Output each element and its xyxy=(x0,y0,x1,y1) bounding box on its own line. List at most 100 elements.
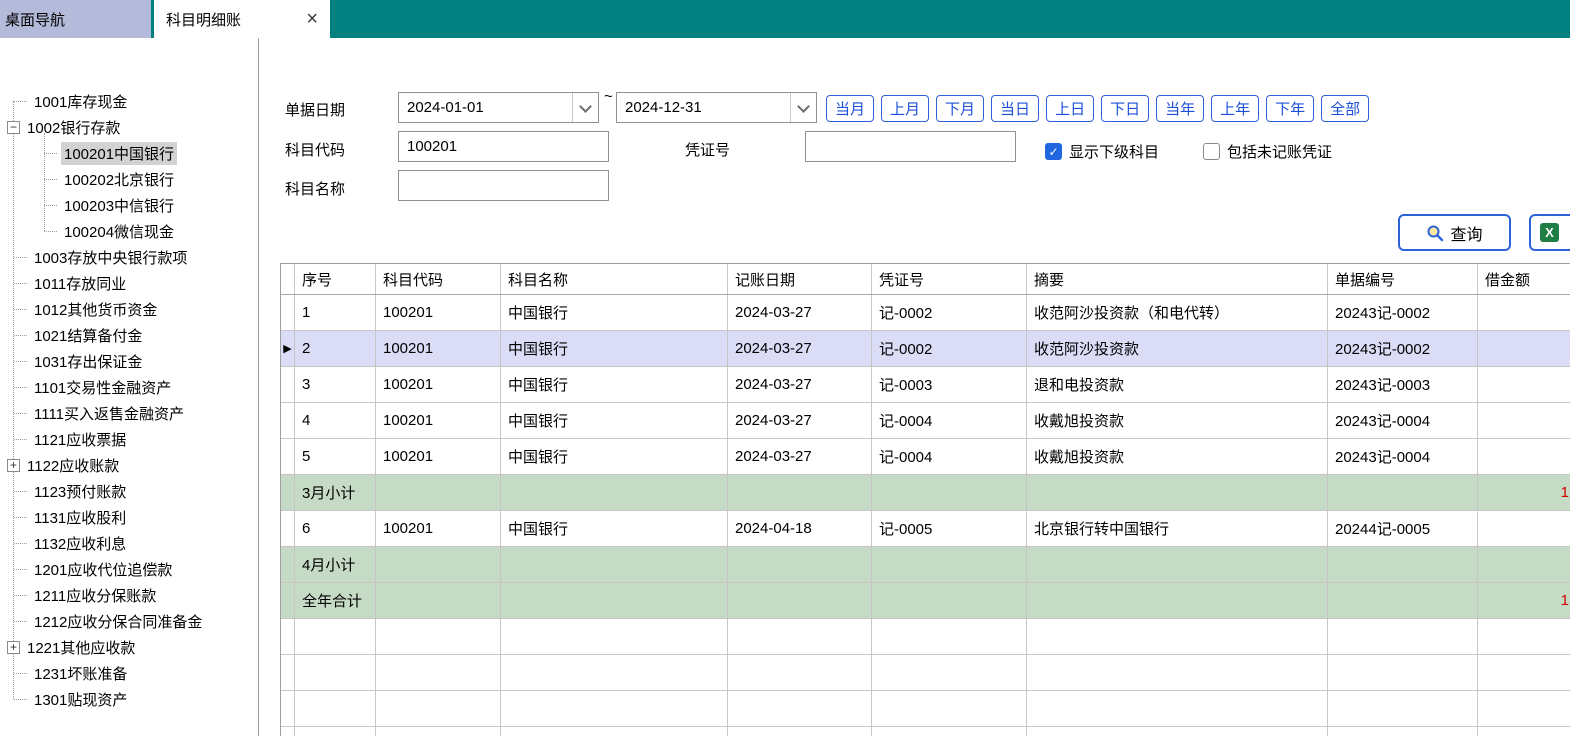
tree-item-100201[interactable]: 100201中国银行 xyxy=(0,140,256,166)
tree-item-1031[interactable]: 1031存出保证金 xyxy=(0,348,256,374)
row-marker-cell xyxy=(281,475,295,510)
include-unposted-checkbox[interactable]: 包括未记账凭证 xyxy=(1203,141,1332,162)
tree-item-100203[interactable]: 100203中信银行 xyxy=(0,192,256,218)
tree-item-1201[interactable]: 1201应收代位追偿款 xyxy=(0,556,256,582)
tree-item-label[interactable]: 1221其他应收款 xyxy=(24,636,138,659)
tree-item-1211[interactable]: 1211应收分保账款 xyxy=(0,582,256,608)
quick-prev-month-button[interactable]: 上月 xyxy=(881,95,929,122)
cell: 2024-03-27 xyxy=(728,439,872,474)
tree-item-label[interactable]: 1011存放同业 xyxy=(31,272,129,295)
tree-connector xyxy=(14,257,27,258)
tree-item-1003[interactable]: 1003存放中央银行款项 xyxy=(0,244,256,270)
cell xyxy=(1478,511,1570,546)
subject-name-input[interactable] xyxy=(398,170,609,201)
tree-item-label[interactable]: 100201中国银行 xyxy=(61,142,177,165)
tree-item-label[interactable]: 100202北京银行 xyxy=(61,168,177,191)
subtotal-row[interactable]: 4月小计 xyxy=(281,547,1570,583)
subtotal-row[interactable]: 全年合计1 xyxy=(281,583,1570,619)
tree-item-1011[interactable]: 1011存放同业 xyxy=(0,270,256,296)
tree-connector xyxy=(14,491,27,492)
cell: 2024-03-27 xyxy=(728,403,872,438)
tree-item-label[interactable]: 1201应收代位追偿款 xyxy=(31,558,175,581)
quick-current-year-button[interactable]: 当年 xyxy=(1156,95,1204,122)
tree-item-label[interactable]: 1002银行存款 xyxy=(24,116,123,139)
tree-item-label[interactable]: 100204微信现金 xyxy=(61,220,177,243)
quick-next-month-button[interactable]: 下月 xyxy=(936,95,984,122)
tree-item-label[interactable]: 1211应收分保账款 xyxy=(31,584,159,607)
tree-item-label[interactable]: 1001库存现金 xyxy=(31,90,130,113)
tree-item-label[interactable]: 1131应收股利 xyxy=(31,506,129,529)
cell: 100201 xyxy=(376,295,501,330)
tree-item-label[interactable]: 1212应收分保合同准备金 xyxy=(31,610,205,633)
subject-code-input[interactable] xyxy=(398,131,609,162)
expand-icon[interactable]: + xyxy=(7,641,20,654)
tree-item-label[interactable]: 1132应收利息 xyxy=(31,532,129,555)
quick-next-year-button[interactable]: 下年 xyxy=(1266,95,1314,122)
tree-item-label[interactable]: 1003存放中央银行款项 xyxy=(31,246,190,269)
tree-item-label[interactable]: 1012其他货币资金 xyxy=(31,298,160,321)
tree-item-1132[interactable]: 1132应收利息 xyxy=(0,530,256,556)
chevron-down-icon[interactable] xyxy=(790,93,816,122)
tree-item-label[interactable]: 1123预付账款 xyxy=(31,480,129,503)
quick-prev-day-button[interactable]: 上日 xyxy=(1046,95,1094,122)
tab-desktop-nav[interactable]: 桌面导航 xyxy=(0,0,151,38)
voucher-no-input[interactable] xyxy=(805,131,1016,162)
expand-icon[interactable]: + xyxy=(7,459,20,472)
tree-item-100202[interactable]: 100202北京银行 xyxy=(0,166,256,192)
table-row[interactable]: 6100201中国银行2024-04-18记-0005北京银行转中国银行2024… xyxy=(281,511,1570,547)
tree-connector xyxy=(44,231,57,232)
tree-item-1021[interactable]: 1021结算备付金 xyxy=(0,322,256,348)
tree-item-label[interactable]: 1231坏账准备 xyxy=(31,662,130,685)
query-button[interactable]: 查询 xyxy=(1398,214,1511,251)
tree-item-1212[interactable]: 1212应收分保合同准备金 xyxy=(0,608,256,634)
tree-item-1121[interactable]: 1121应收票据 xyxy=(0,426,256,452)
tree-item-1111[interactable]: 1111买入返售金融资产 xyxy=(0,400,256,426)
tree-item-1002[interactable]: −1002银行存款 xyxy=(0,114,256,140)
tab-subject-detail-ledger[interactable]: 科目明细账× xyxy=(154,0,330,38)
quick-next-day-button[interactable]: 下日 xyxy=(1101,95,1149,122)
cell xyxy=(1478,403,1570,438)
quick-current-day-button[interactable]: 当日 xyxy=(991,95,1039,122)
date-from-select[interactable]: 2024-01-01 xyxy=(398,92,599,123)
tree-item-label[interactable]: 1301贴现资产 xyxy=(31,688,130,711)
export-excel-button[interactable]: X xyxy=(1529,214,1570,251)
cell: 记-0005 xyxy=(872,511,1027,546)
tree-item-label[interactable]: 1121应收票据 xyxy=(31,428,129,451)
tree-item-label[interactable]: 1031存出保证金 xyxy=(31,350,145,373)
table-row[interactable]: 5100201中国银行2024-03-27记-0004收戴旭投资款20243记-… xyxy=(281,439,1570,475)
tree-item-1012[interactable]: 1012其他货币资金 xyxy=(0,296,256,322)
quick-current-month-button[interactable]: 当月 xyxy=(826,95,874,122)
tree-item-1122[interactable]: +1122应收账款 xyxy=(0,452,256,478)
tree-item-1123[interactable]: 1123预付账款 xyxy=(0,478,256,504)
tree-item-label[interactable]: 1111买入返售金融资产 xyxy=(31,402,187,425)
tree-item-label[interactable]: 1101交易性金融资产 xyxy=(31,376,174,399)
tree-item-1221[interactable]: +1221其他应收款 xyxy=(0,634,256,660)
show-sub-checkbox-box[interactable]: ✓ xyxy=(1045,143,1062,160)
table-row[interactable]: ▶2100201中国银行2024-03-27记-0002收范阿沙投资款20243… xyxy=(281,331,1570,367)
date-to-select[interactable]: 2024-12-31 xyxy=(616,92,817,123)
cell xyxy=(728,583,872,618)
cell xyxy=(501,691,728,726)
tree-item-label[interactable]: 1021结算备付金 xyxy=(31,324,145,347)
cell xyxy=(1478,295,1570,330)
collapse-icon[interactable]: − xyxy=(7,121,20,134)
cell xyxy=(728,547,872,582)
tree-item-100204[interactable]: 100204微信现金 xyxy=(0,218,256,244)
tree-item-1301[interactable]: 1301贴现资产 xyxy=(0,686,256,712)
include-unposted-checkbox-box[interactable] xyxy=(1203,143,1220,160)
tree-item-1101[interactable]: 1101交易性金融资产 xyxy=(0,374,256,400)
quick-all-button[interactable]: 全部 xyxy=(1321,95,1369,122)
table-row[interactable]: 4100201中国银行2024-03-27记-0004收戴旭投资款20243记-… xyxy=(281,403,1570,439)
tree-item-1231[interactable]: 1231坏账准备 xyxy=(0,660,256,686)
tree-item-1131[interactable]: 1131应收股利 xyxy=(0,504,256,530)
table-row[interactable]: 1100201中国银行2024-03-27记-0002收范阿沙投资款（和电代转）… xyxy=(281,295,1570,331)
quick-prev-year-button[interactable]: 上年 xyxy=(1211,95,1259,122)
subtotal-row[interactable]: 3月小计1 xyxy=(281,475,1570,511)
chevron-down-icon[interactable] xyxy=(572,93,598,122)
show-sub-accounts-checkbox[interactable]: ✓ 显示下级科目 xyxy=(1045,141,1159,162)
tree-item-label[interactable]: 100203中信银行 xyxy=(61,194,177,217)
table-row[interactable]: 3100201中国银行2024-03-27记-0003退和电投资款20243记-… xyxy=(281,367,1570,403)
tree-item-1001[interactable]: 1001库存现金 xyxy=(0,88,256,114)
tree-item-label[interactable]: 1122应收账款 xyxy=(24,454,122,477)
close-tab-icon[interactable]: × xyxy=(306,9,318,29)
